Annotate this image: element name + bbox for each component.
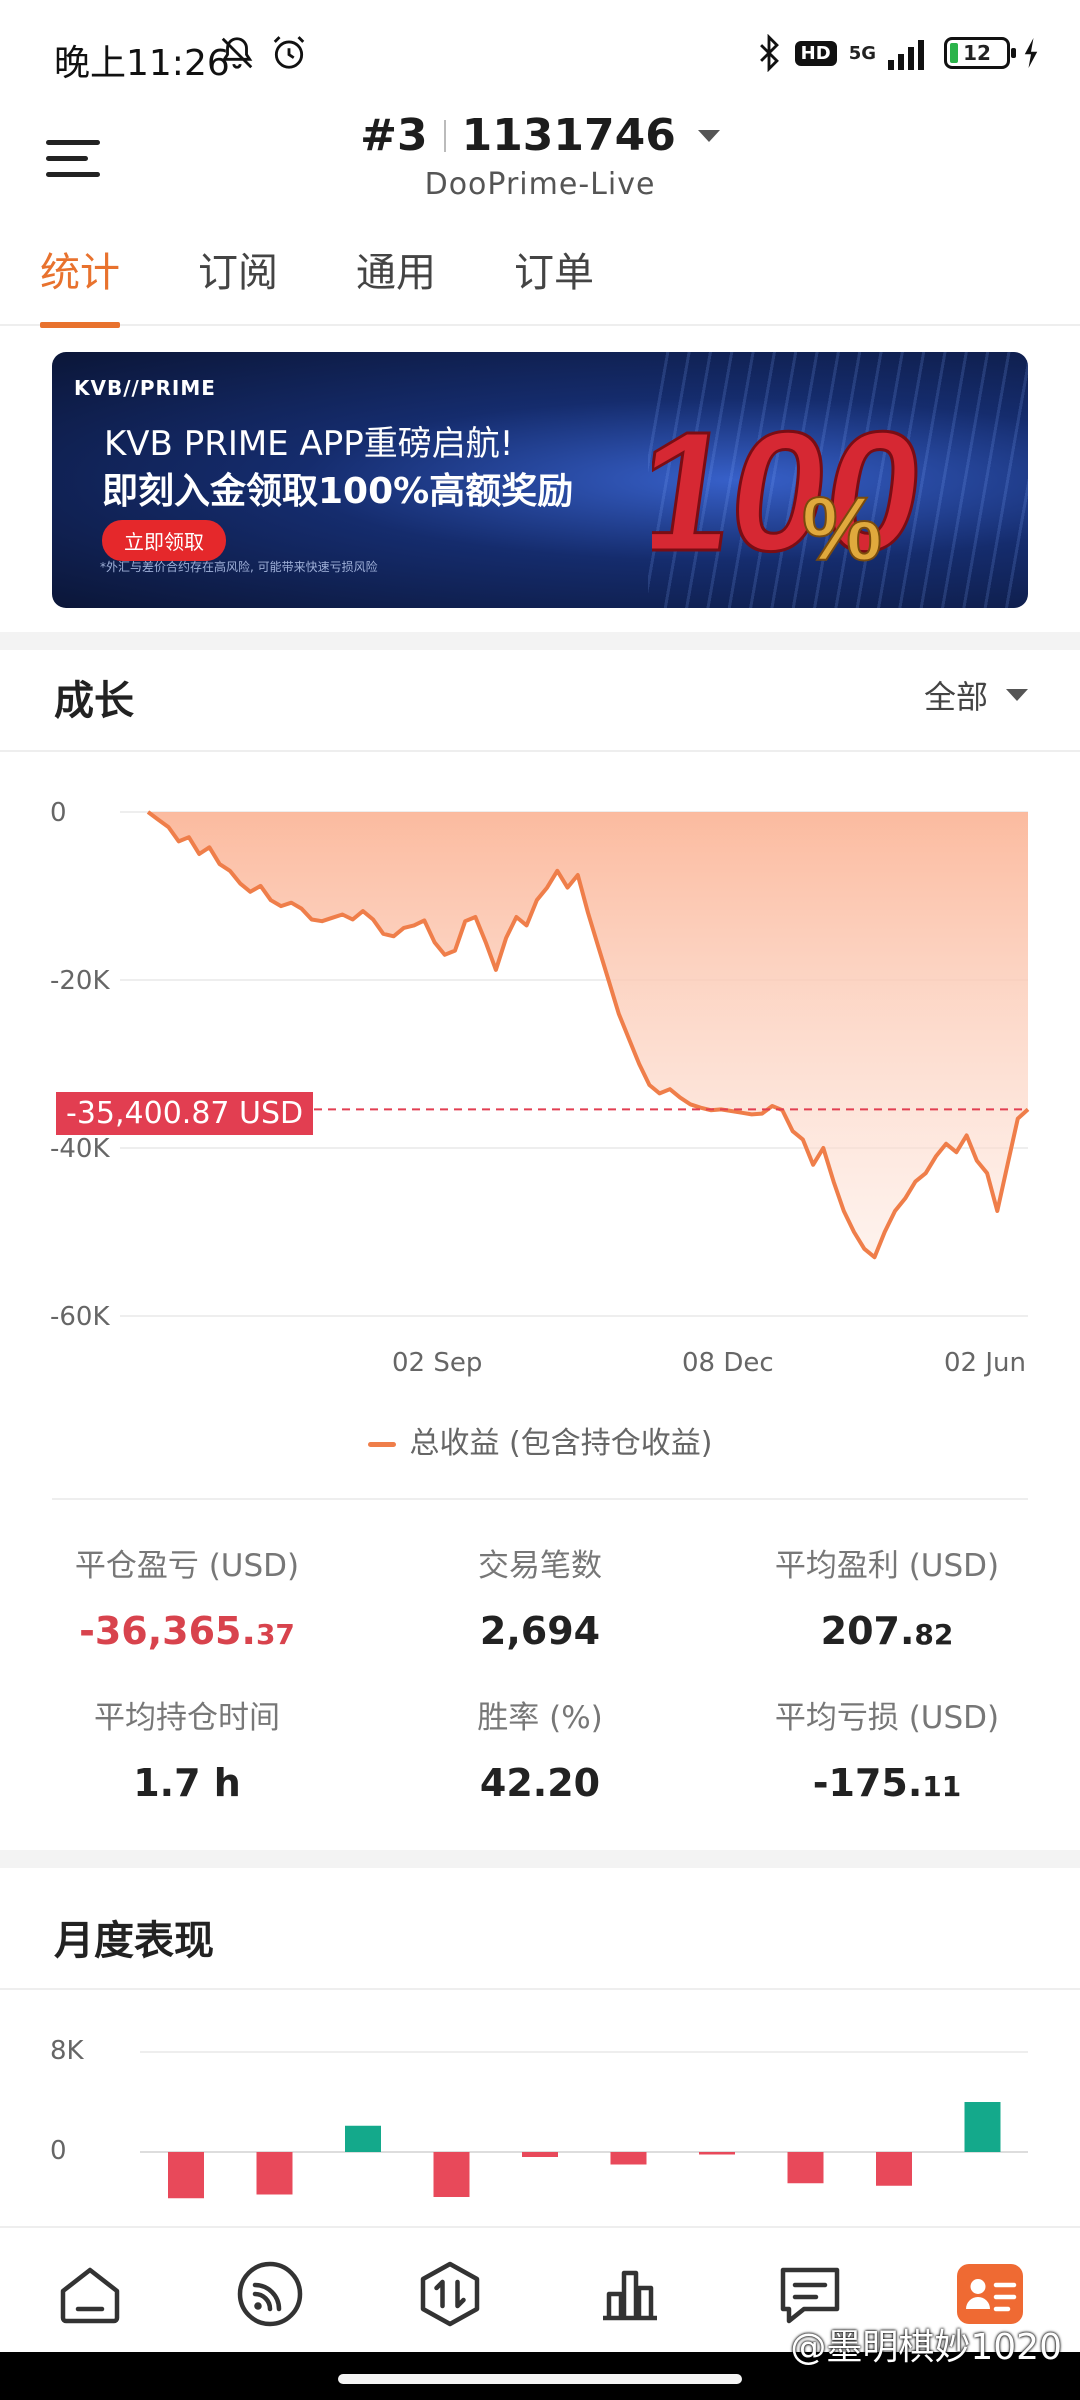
tab-statistics[interactable]: 统计 — [40, 240, 120, 328]
stat-value: 207.82 — [820, 1609, 954, 1653]
charging-icon — [1024, 38, 1038, 68]
monthly-bar — [256, 2152, 293, 2195]
signal-icon — [237, 2261, 303, 2327]
nav-trade[interactable] — [414, 2258, 486, 2330]
monthly-title: 月度表现 — [54, 1918, 214, 1964]
banner-headline: KVB PRIME APP重磅启航! — [104, 424, 514, 464]
stat-value: 2,694 — [479, 1609, 601, 1653]
monthly-chart-svg — [140, 2051, 1028, 2199]
monthly-bar — [345, 2125, 381, 2152]
stat-label: 平均亏损 (USD) — [774, 1700, 1000, 1736]
banner-logo: KVB//PRIME — [74, 376, 216, 400]
battery-indicator: 12 — [944, 37, 1016, 69]
growth-series — [146, 810, 1030, 1260]
server-name: DooPrime-Live — [424, 167, 656, 202]
account-line: #3 1131746 — [360, 110, 720, 161]
promo-banner[interactable]: KVB//PRIME KVB PRIME APP重磅启航! 即刻入金领取100%… — [52, 352, 1028, 608]
stat-label: 交易笔数 — [478, 1548, 602, 1584]
hd-badge: HD — [794, 40, 837, 66]
nav-signal[interactable] — [234, 2258, 306, 2330]
status-right: HD 5G 12 — [755, 34, 1040, 72]
growth-chart-svg — [120, 810, 1030, 1317]
tab-general[interactable]: 通用 — [356, 240, 436, 326]
home-indicator[interactable] — [338, 2374, 742, 2384]
monthly-header-divider — [0, 1988, 1080, 1990]
stat-closed-pnl: 平仓盈亏 (USD) -36,365.37 — [22, 1540, 352, 1653]
status-left-icons — [218, 34, 308, 72]
tab-subscribe[interactable]: 订阅 — [198, 240, 278, 326]
chevron-down-icon — [697, 129, 720, 142]
stat-value: -36,365.37 — [79, 1609, 295, 1653]
nav-market[interactable] — [594, 2258, 666, 2330]
stat-avg-loss: 平均亏损 (USD) -175.11 — [722, 1692, 1052, 1805]
stat-value: 1.7 h — [133, 1761, 241, 1805]
separator — [443, 119, 446, 152]
account-number: 1131746 — [461, 110, 676, 161]
monthly-bar — [610, 2152, 647, 2165]
stat-label: 平均持仓时间 — [94, 1700, 280, 1736]
stat-win-rate: 胜率 (%) 42.20 — [375, 1692, 705, 1805]
mute-bell-icon — [221, 37, 253, 69]
tab-orders[interactable]: 订单 — [514, 240, 594, 326]
account-switcher[interactable]: #3 1131746 DooPrime-Live — [0, 110, 1080, 202]
section-divider — [0, 632, 1080, 650]
monthly-bar — [964, 2102, 1001, 2152]
account-index: #3 — [360, 110, 428, 161]
stat-value: 42.20 — [479, 1761, 601, 1805]
banner-100-percent-graphic: 100 % — [652, 395, 922, 580]
monthly-bar — [699, 2152, 735, 2155]
monthly-bar — [433, 2152, 470, 2197]
signal-bars-icon — [888, 40, 924, 70]
growth-header-divider — [0, 750, 1080, 752]
bluetooth-icon — [759, 34, 779, 72]
stat-label: 平仓盈亏 (USD) — [74, 1548, 300, 1584]
banner-disclaimer: *外汇与差价合约存在高风险, 可能带来快速亏损风险 — [100, 560, 378, 574]
chart-icon — [603, 2270, 657, 2321]
network-type: 5G — [848, 42, 876, 64]
chevron-down-icon — [1006, 689, 1028, 701]
stat-avg-hold-time: 平均持仓时间 1.7 h — [22, 1692, 352, 1805]
alarm-icon — [273, 36, 305, 69]
x-tick-label: 02 Jun — [944, 1348, 1026, 1378]
monthly-bar — [168, 2152, 204, 2199]
section-divider — [0, 1850, 1080, 1868]
status-bar: 晚上11:26 HD 5G 12 — [0, 0, 1080, 110]
monthly-chart: 8K 0 — [0, 2020, 1080, 2230]
growth-area — [148, 812, 1028, 1258]
monthly-bar — [787, 2152, 824, 2184]
x-tick-label: 08 Dec — [682, 1348, 774, 1378]
stat-value: -175.11 — [812, 1761, 962, 1805]
home-icon — [60, 2267, 120, 2324]
range-select[interactable]: 全部 — [924, 672, 1028, 718]
status-time: 晚上11:26 — [54, 43, 230, 84]
current-value-tag: -35,400.87 USD — [56, 1092, 314, 1135]
monthly-bar — [876, 2152, 912, 2186]
chart-legend: 总收益 (包含持仓收益) — [0, 1418, 1080, 1462]
nav-home[interactable] — [54, 2258, 126, 2330]
growth-chart: 0 -20K -40K -60K 02 Sep 08 Dec 02 Jun — [0, 760, 1080, 1380]
legend-label: 总收益 (包含持仓收益) — [409, 1426, 713, 1461]
legend-divider — [52, 1498, 1028, 1500]
legend-swatch — [367, 1442, 396, 1447]
trade-icon — [420, 2261, 480, 2327]
monthly-bar — [522, 2152, 558, 2157]
tab-bar: 统计 订阅 通用 订单 — [0, 240, 1080, 328]
x-tick-label: 02 Sep — [392, 1348, 483, 1378]
banner-big-percent: % — [802, 480, 882, 580]
app-screen: 晚上11:26 HD 5G 12 #3 1131746 DooPrime-Liv… — [0, 0, 1080, 2400]
watermark: @墨明棋妙1020 — [790, 2327, 1062, 2368]
stat-trade-count: 交易笔数 2,694 — [375, 1540, 705, 1653]
stat-label: 胜率 (%) — [477, 1700, 603, 1736]
stat-label: 平均盈利 (USD) — [774, 1548, 1000, 1584]
app-header: #3 1131746 DooPrime-Live — [0, 110, 1080, 220]
banner-cta-button[interactable]: 立即领取 — [102, 520, 226, 561]
stat-avg-profit: 平均盈利 (USD) 207.82 — [722, 1540, 1052, 1653]
growth-title: 成长 — [54, 678, 134, 724]
banner-subheadline: 即刻入金领取100%高额奖励 — [102, 471, 574, 512]
range-value: 全部 — [923, 678, 988, 716]
monthly-bars — [168, 2102, 1001, 2199]
